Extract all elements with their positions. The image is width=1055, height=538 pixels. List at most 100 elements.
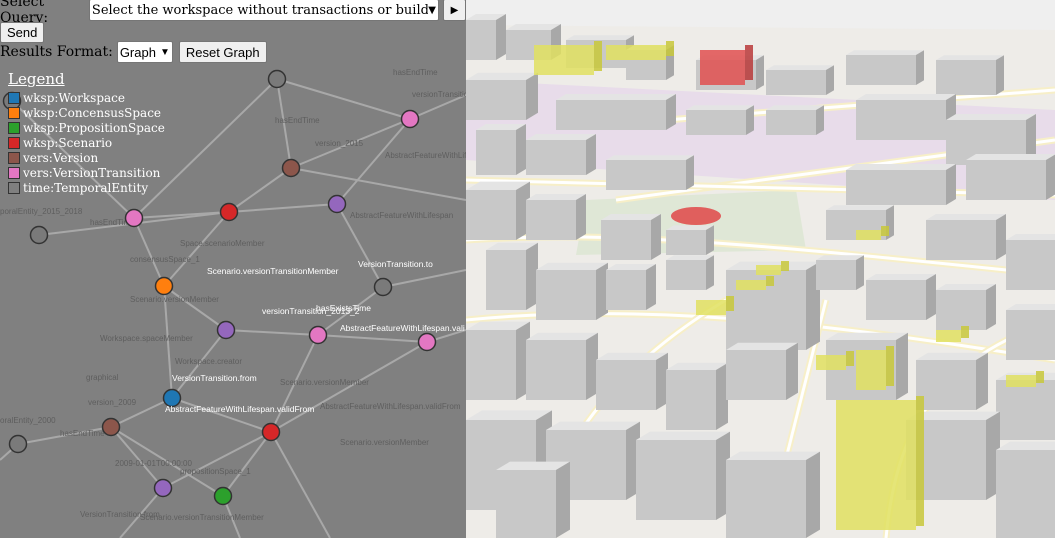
building[interactable] [926, 274, 936, 320]
building[interactable] [496, 14, 506, 60]
building[interactable] [926, 220, 996, 260]
building[interactable] [826, 332, 908, 340]
building[interactable] [596, 352, 668, 360]
building[interactable] [786, 342, 798, 400]
graph-node[interactable] [213, 486, 233, 506]
building[interactable] [536, 262, 608, 270]
highlighted-building[interactable] [781, 261, 789, 271]
3d-city-map[interactable] [466, 0, 1055, 538]
highlighted-building[interactable] [696, 300, 726, 315]
highlighted-building[interactable] [916, 396, 924, 526]
building[interactable] [856, 255, 864, 290]
building[interactable] [651, 214, 661, 260]
building[interactable] [966, 154, 1055, 160]
graph-node[interactable] [124, 208, 144, 228]
building[interactable] [926, 214, 1006, 220]
highlighted-building[interactable] [1006, 375, 1036, 387]
highlighted-building[interactable] [886, 346, 894, 386]
building[interactable] [601, 220, 651, 260]
building[interactable] [516, 124, 526, 175]
highlighted-building[interactable] [534, 45, 594, 75]
building[interactable] [556, 461, 570, 538]
building[interactable] [976, 352, 988, 410]
building[interactable] [856, 94, 956, 100]
building[interactable] [666, 230, 706, 255]
graph-node[interactable] [417, 332, 437, 352]
reset-graph-button[interactable]: Reset Graph [178, 41, 267, 63]
building[interactable] [936, 60, 996, 95]
building[interactable] [916, 50, 924, 85]
graph-panel[interactable]: hasEndTimeversionTransition_2013_2015has… [0, 0, 466, 538]
building[interactable] [566, 35, 634, 40]
highlighted-building[interactable] [756, 265, 781, 275]
selected-building[interactable] [700, 50, 745, 85]
building[interactable] [606, 160, 686, 190]
highlighted-building[interactable] [594, 41, 602, 71]
graph-node[interactable] [8, 434, 28, 454]
building[interactable] [646, 264, 656, 310]
building[interactable] [996, 380, 1055, 440]
building[interactable] [526, 134, 596, 140]
highlighted-building[interactable] [856, 230, 881, 240]
building[interactable] [706, 225, 714, 255]
graph-node[interactable] [261, 422, 281, 442]
building[interactable] [666, 94, 676, 130]
building[interactable] [966, 160, 1046, 200]
selected-building[interactable] [745, 45, 753, 80]
building[interactable] [846, 164, 956, 170]
highlighted-building[interactable] [606, 45, 666, 60]
graph-node[interactable] [154, 276, 174, 296]
highlighted-building[interactable] [726, 296, 734, 311]
building[interactable] [896, 332, 908, 400]
building[interactable] [666, 260, 706, 290]
building[interactable] [466, 330, 516, 400]
graph-node[interactable] [267, 69, 287, 89]
building[interactable] [846, 55, 916, 85]
highlighted-building[interactable] [666, 41, 674, 56]
graph-node[interactable] [153, 478, 173, 498]
building[interactable] [936, 290, 986, 330]
building[interactable] [576, 194, 586, 240]
building[interactable] [666, 370, 716, 430]
building[interactable] [846, 170, 946, 205]
building[interactable] [996, 450, 1055, 538]
graph-node[interactable] [29, 225, 49, 245]
building[interactable] [526, 72, 538, 120]
highlighted-building[interactable] [766, 276, 774, 286]
building[interactable] [686, 105, 754, 110]
building[interactable] [996, 55, 1004, 95]
building[interactable] [466, 20, 496, 60]
building[interactable] [686, 155, 694, 190]
building[interactable] [746, 105, 754, 135]
building[interactable] [1006, 240, 1055, 290]
building[interactable] [916, 360, 976, 410]
highlighted-building[interactable] [936, 330, 961, 342]
building[interactable] [826, 65, 834, 95]
highlighted-building[interactable] [736, 280, 766, 290]
building[interactable] [636, 431, 730, 440]
building[interactable] [726, 460, 806, 538]
graph-node[interactable] [219, 202, 239, 222]
building[interactable] [726, 350, 786, 400]
building[interactable] [936, 284, 996, 290]
building[interactable] [986, 284, 996, 330]
building[interactable] [526, 340, 586, 400]
building[interactable] [666, 225, 714, 230]
building[interactable] [756, 55, 764, 90]
building[interactable] [586, 134, 596, 175]
send-button[interactable]: Send [0, 22, 45, 43]
building[interactable] [816, 260, 856, 290]
building[interactable] [806, 451, 820, 538]
graph-node[interactable] [101, 417, 121, 437]
building[interactable] [526, 194, 586, 200]
play-button[interactable]: ▶ [442, 0, 466, 21]
query-select[interactable]: Select the workspace without transaction… [88, 0, 439, 21]
building[interactable] [466, 190, 516, 240]
building[interactable] [486, 250, 526, 310]
highlighted-building[interactable] [1036, 371, 1044, 383]
building[interactable] [686, 110, 746, 135]
building[interactable] [1046, 154, 1055, 200]
building[interactable] [946, 114, 1036, 120]
building[interactable] [526, 140, 586, 175]
selected-building[interactable] [671, 207, 721, 225]
